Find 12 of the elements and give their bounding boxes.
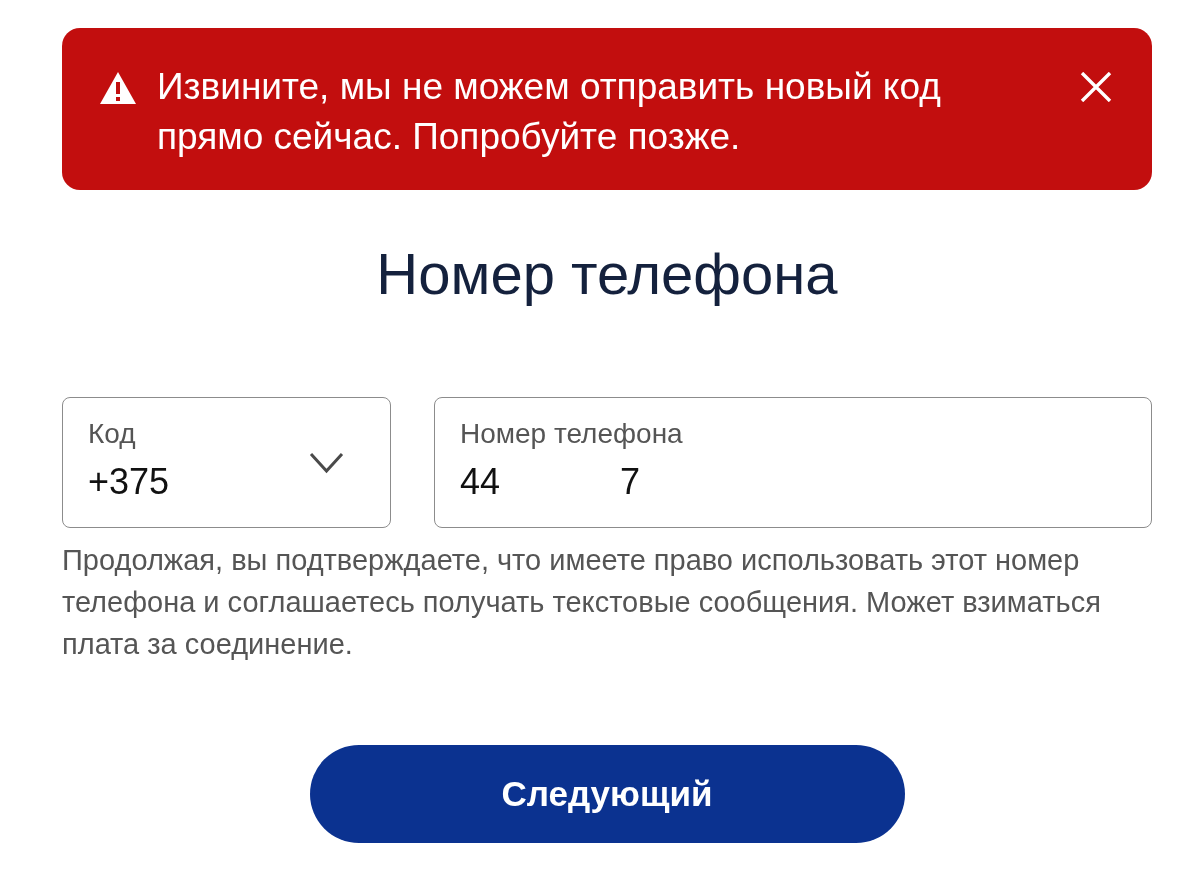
warning-icon <box>100 72 136 104</box>
country-code-dropdown[interactable]: Код +375 <box>62 397 391 528</box>
consent-text: Продолжая, вы подтверждаете, что имеете право использовать этот номер телефона и соглашаетесь получать текстовые сообщения. Может взиматься плата за соединение. <box>62 543 1102 662</box>
next-button[interactable]: Следующий <box>309 745 905 843</box>
chevron-down-icon <box>309 452 344 474</box>
close-icon <box>1080 72 1112 102</box>
page-heading: Номер телефона <box>375 240 839 308</box>
field-label: Код <box>88 417 136 451</box>
error-message: Извините, мы не можем отправить новый код прямо сейчас. Попробуйте позже. <box>157 65 942 159</box>
phone-number-field[interactable]: Номер телефона 44 7 <box>434 397 1152 528</box>
close-button[interactable] <box>1080 72 1112 102</box>
field-label: Номер телефона <box>460 417 683 451</box>
